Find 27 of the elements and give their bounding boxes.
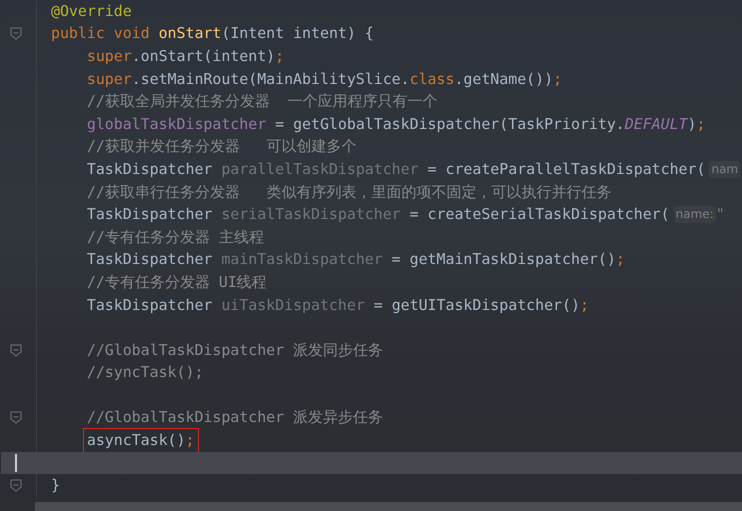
fold-icon[interactable] [10,411,22,424]
code-line: //专有任务分发器 主线程 [86,228,264,247]
fold-icon[interactable] [10,344,22,357]
code-line: TaskDispatcher parallelTaskDispatcher = createParallelTaskDispatcher( [86,160,706,179]
code-line: super.onStart(intent); [86,46,284,66]
fold-icon[interactable] [10,27,22,40]
code-line: @Override [51,2,132,21]
code-line: super.setMainRoute(MainAbilitySlice.class.getName()); [86,70,562,89]
code-line: //syncTask(); [86,363,204,382]
text-cursor [15,454,17,472]
code-line: globalTaskDispatcher = getGlobalTaskDispatcher(TaskPriority.DEFAULT); [86,114,706,134]
code-line: //专有任务分发器 UI线程 [86,272,267,292]
code-line: //获取并发任务分发器 可以创建多个 [86,137,357,156]
horizontal-scrollbar[interactable] [35,502,742,511]
code-line: //GlobalTaskDispatcher 派发异步任务 [86,408,384,428]
code-line: //获取串行任务分发器 类似有序列表，里面的项不固定，可以执行并行任务 [86,182,612,202]
code-line: //GlobalTaskDispatcher 派发同步任务 [86,340,384,360]
code-line: TaskDispatcher serialTaskDispatcher = createSerialTaskDispatcher( [86,205,670,224]
fold-icon[interactable] [10,479,22,492]
code-line: } [51,476,60,496]
code-line: public void onStart(Intent intent) { [51,24,374,44]
code-line: TaskDispatcher uiTaskDispatcher = getUITaskDispatcher(); [86,296,589,315]
code-line: //获取全局并发任务分发器 一个应用程序只有一个 [86,92,438,112]
string-quote: " [716,205,725,224]
code-line: TaskDispatcher mainTaskDispatcher = getMainTaskDispatcher(); [86,250,625,270]
parameter-hint: name: [674,206,716,224]
parameter-hint: nam [709,160,740,178]
